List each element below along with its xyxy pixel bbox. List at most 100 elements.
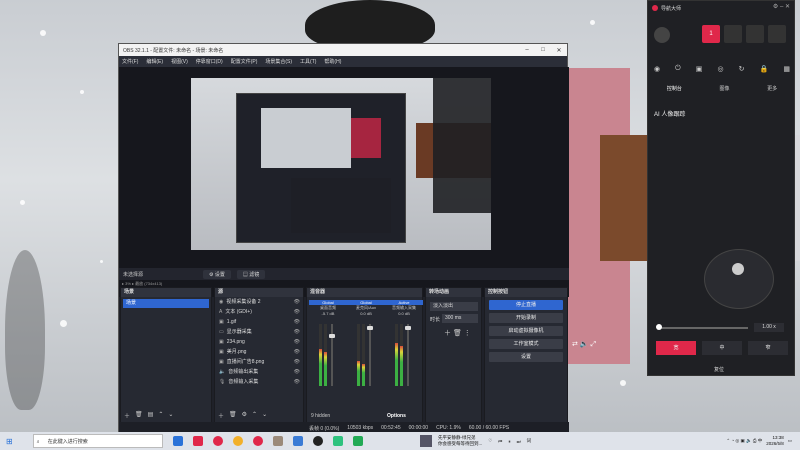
windows-start-icon[interactable]: ⊞ <box>6 437 13 446</box>
remove-icon[interactable]: 🗑 <box>135 411 143 420</box>
preset-slot-1[interactable]: 1 <box>702 25 720 43</box>
tray-icons[interactable]: ⌃ ◔ ◎ ▣ 🔈 ⎙ 中 <box>726 438 762 444</box>
remove-icon[interactable]: 🗑 <box>229 411 237 420</box>
app-icon[interactable] <box>252 436 263 446</box>
visibility-icon[interactable]: 👁 <box>294 377 300 387</box>
app-icon[interactable] <box>272 436 283 446</box>
up-icon[interactable]: ⌃ <box>158 411 163 420</box>
add-icon[interactable]: ＋ <box>218 411 224 420</box>
down-icon[interactable]: ⌄ <box>168 411 173 420</box>
app-toolbar[interactable]: ◉ ⏻ ▣ ◎ ↻ 🔒 ▦ <box>654 65 790 73</box>
visibility-icon[interactable]: 👁 <box>294 327 300 337</box>
tab-console[interactable]: 控制台 <box>667 85 682 92</box>
window-controls-icon[interactable]: ⇄ 🔈 ⤢ <box>572 340 596 349</box>
properties-button[interactable]: ⚙ 设置 <box>203 269 231 279</box>
source-item[interactable]: 🎙 音频输入采集 👁 <box>215 377 303 387</box>
preset-slot[interactable] <box>746 25 764 43</box>
transition-select[interactable]: 淡入淡出 <box>430 302 478 311</box>
scene-item[interactable]: 场景 <box>123 299 209 308</box>
visibility-icon[interactable]: 👁 <box>294 357 300 367</box>
menu-tools[interactable]: 工具(T) <box>300 58 316 65</box>
virtual-camera-button[interactable]: 启动虚拟摄像机 <box>489 326 563 336</box>
visibility-icon[interactable]: 👁 <box>294 347 300 357</box>
app-icon[interactable] <box>212 436 223 446</box>
joystick-knob[interactable] <box>732 263 744 275</box>
app-icon[interactable] <box>332 436 343 446</box>
preset-slot[interactable] <box>724 25 742 43</box>
source-item[interactable]: ▣ 直播间广告8.png 👁 <box>215 357 303 367</box>
minimize-icon[interactable]: – <box>519 47 535 54</box>
duration-input[interactable]: 300 ms <box>442 314 478 323</box>
zoom-slider[interactable] <box>658 327 748 329</box>
obs-icon[interactable] <box>312 436 323 446</box>
app-icon[interactable] <box>352 436 363 446</box>
up-icon[interactable]: ⌃ <box>252 411 257 420</box>
visibility-icon[interactable]: 👁 <box>294 317 300 327</box>
speaker-icon: 🔈 <box>219 369 226 375</box>
menu-help[interactable]: 帮助(H) <box>324 58 341 65</box>
menu-scene-collection[interactable]: 场景集合(S) <box>265 58 292 65</box>
source-item[interactable]: A 文本 (GDI+) 👁 <box>215 307 303 317</box>
filters-button[interactable]: ▤ 滤镜 <box>236 269 266 279</box>
settings-button[interactable]: 设置 <box>489 352 563 362</box>
edge-icon[interactable] <box>172 436 183 446</box>
filter-icon[interactable]: ▤ <box>148 411 154 420</box>
menu-docks[interactable]: 停靠窗口(D) <box>196 58 223 65</box>
menu-view[interactable]: 视图(V) <box>171 58 188 65</box>
window-controls[interactable]: ⚙ – ✕ <box>773 3 790 10</box>
volume-fader[interactable] <box>329 324 335 386</box>
visibility-icon[interactable]: 👁 <box>294 367 300 377</box>
visibility-icon[interactable]: 👁 <box>294 307 300 317</box>
speed-mid-button[interactable]: 中 <box>702 341 742 355</box>
volume-fader[interactable] <box>405 324 411 386</box>
avatar[interactable] <box>654 27 670 43</box>
source-item[interactable]: ▣ 美月.png 👁 <box>215 347 303 357</box>
close-icon[interactable]: ✕ <box>551 47 567 54</box>
source-item[interactable]: ▣ 1.gif 👁 <box>215 317 303 327</box>
tab-more[interactable]: 更多 <box>767 85 777 92</box>
ptz-joystick[interactable] <box>704 249 774 309</box>
channel-db: 0.0 dB <box>360 311 372 316</box>
notification-icon[interactable]: ▭ <box>788 438 792 444</box>
app-icon[interactable] <box>292 436 303 446</box>
mixer-options-button[interactable]: Options <box>387 413 406 419</box>
studio-mode-button[interactable]: 工作室模式 <box>489 339 563 349</box>
app-icon[interactable] <box>192 436 203 446</box>
visibility-icon[interactable]: 👁 <box>294 297 300 307</box>
menu-profile[interactable]: 配置文件(P) <box>231 58 258 65</box>
prev-icon[interactable]: ⏮ <box>498 439 502 444</box>
preset-slot[interactable] <box>768 25 786 43</box>
reset-button[interactable]: 复位 <box>714 366 724 373</box>
obs-preview[interactable]: ▸ 3% ▸ 最放 (734x413) <box>119 67 569 297</box>
source-label: 文本 (GDI+) <box>225 309 252 315</box>
source-item[interactable]: ◉ 视频采集设备 2 👁 <box>215 297 303 307</box>
stop-streaming-button[interactable]: 停止直播 <box>489 300 563 310</box>
media-widget[interactable]: 先平安静静-绿兄弟 你会感受每等待回到... ♡ ⏮ ⏸ ⏭ 词 <box>420 432 531 450</box>
down-icon[interactable]: ⌄ <box>262 411 267 420</box>
media-subtitle: 你会感受每等待回到... <box>438 441 483 446</box>
add-icon[interactable]: ＋ <box>124 411 130 420</box>
source-item[interactable]: ▭ 显示器采集 👁 <box>215 327 303 337</box>
menu-file[interactable]: 文件(F) <box>122 58 138 65</box>
speed-narrow-button[interactable]: 窄 <box>748 341 788 355</box>
volume-fader[interactable] <box>367 324 373 386</box>
clock[interactable]: 13:38 2026/5/8 <box>766 435 784 447</box>
app-icon[interactable] <box>232 436 243 446</box>
like-icon[interactable]: ♡ <box>488 438 492 444</box>
source-item[interactable]: 🔈 音频输出采集 👁 <box>215 367 303 377</box>
gear-icon[interactable]: ⚙ <box>242 411 247 420</box>
zoom-slider-handle[interactable] <box>656 324 662 330</box>
visibility-icon[interactable]: 👁 <box>294 337 300 347</box>
next-icon[interactable]: ⏭ <box>517 439 521 444</box>
menu-edit[interactable]: 编辑(E) <box>146 58 163 65</box>
speed-wide-button[interactable]: 宽 <box>656 341 696 355</box>
tab-image[interactable]: 图像 <box>719 85 729 92</box>
lyrics-icon[interactable]: 词 <box>527 438 532 444</box>
maximize-icon[interactable]: □ <box>535 47 551 54</box>
source-item[interactable]: ▣ 234.png 👁 <box>215 337 303 347</box>
taskbar-search[interactable]: ⌕ 在此键入进行搜索 <box>32 434 163 448</box>
pause-icon[interactable]: ⏸ <box>508 439 510 444</box>
start-recording-button[interactable]: 开始录制 <box>489 313 563 323</box>
transition-toolbar[interactable]: ＋ 🗑 ⋮ <box>444 328 471 338</box>
zoom-value[interactable]: 1.00 x <box>754 323 784 332</box>
